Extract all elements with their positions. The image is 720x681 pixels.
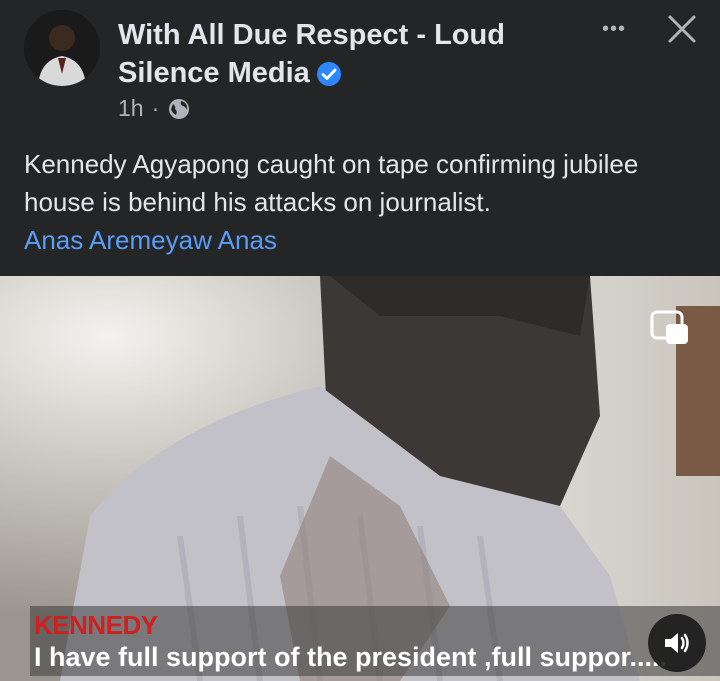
picture-in-picture-button[interactable] <box>648 308 692 348</box>
author-name[interactable]: With All Due Respect - Loud Silence Medi… <box>118 16 548 92</box>
meta-separator: · <box>151 95 160 121</box>
post-body: Kennedy Agyapong caught on tape confirmi… <box>24 149 639 217</box>
post-header: With All Due Respect - Loud Silence Medi… <box>0 0 720 140</box>
speaker-icon <box>665 633 689 653</box>
more-options-label: ••• <box>601 17 626 40</box>
verified-badge-icon <box>316 59 342 87</box>
caption-text: I have full support of the president ,fu… <box>34 642 668 672</box>
post-time[interactable]: 1h <box>118 95 144 122</box>
close-icon <box>668 15 696 43</box>
sound-toggle-button[interactable] <box>648 614 706 672</box>
author-name-text[interactable]: With All Due Respect - Loud Silence Medi… <box>118 19 505 89</box>
picture-in-picture-icon <box>650 310 688 344</box>
video-player[interactable]: KENNEDY I have full support of the presi… <box>0 276 720 681</box>
author-avatar[interactable] <box>24 10 100 86</box>
close-button[interactable] <box>658 8 706 50</box>
post-text: Kennedy Agyapong caught on tape confirmi… <box>24 145 704 259</box>
more-options-button[interactable]: ••• <box>592 14 636 44</box>
post-meta: 1h · <box>118 95 191 122</box>
tagged-link[interactable]: Anas Aremeyaw Anas <box>24 221 704 259</box>
caption-speaker: KENNEDY <box>34 610 158 640</box>
globe-icon <box>167 97 191 121</box>
